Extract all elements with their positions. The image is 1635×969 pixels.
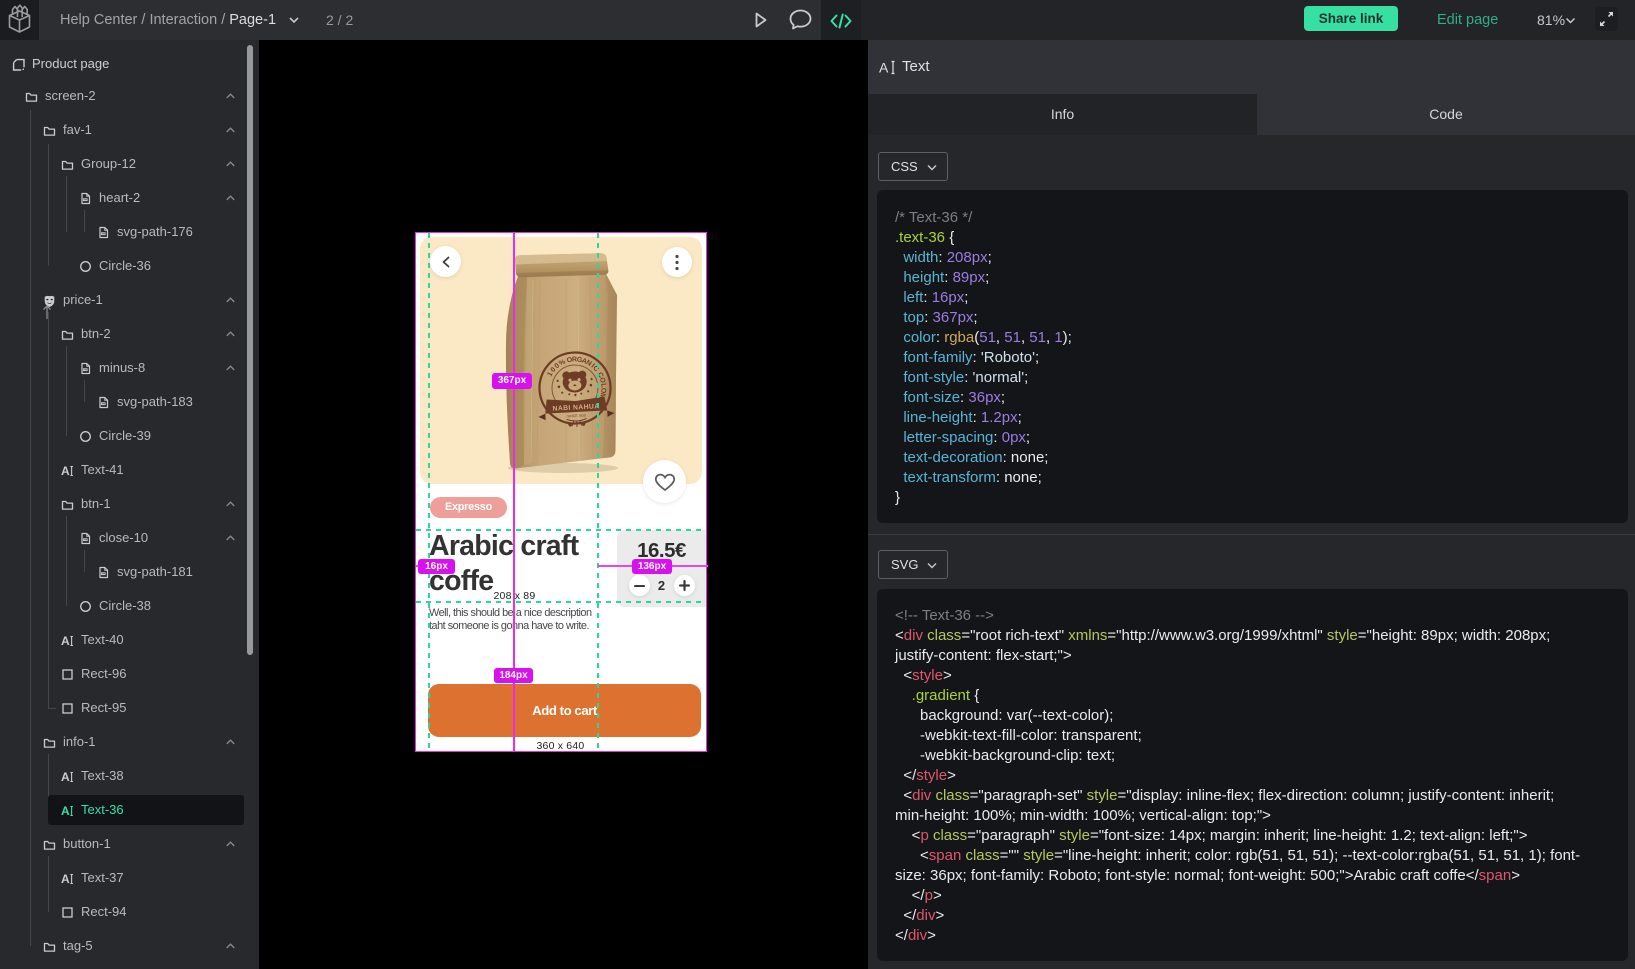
svg-text:A: A (61, 804, 70, 817)
svg-text:A: A (879, 60, 889, 75)
svg-text:A: A (61, 770, 70, 783)
svg-text:A: A (61, 464, 70, 477)
svg-text:A: A (61, 634, 70, 647)
svg-text:A: A (61, 872, 70, 885)
